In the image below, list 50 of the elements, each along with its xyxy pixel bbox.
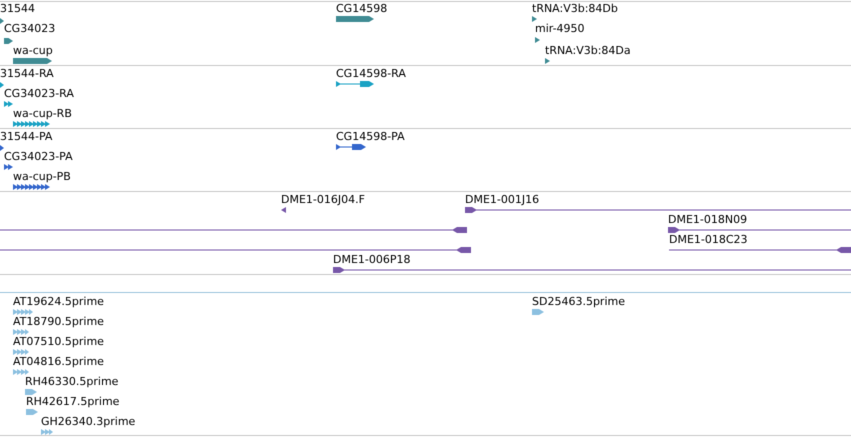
feature-label: mir-4950 — [535, 22, 585, 36]
feature-arrow-glyph[interactable] — [0, 145, 4, 151]
clone-feature-glyph[interactable] — [333, 267, 851, 273]
feature-label: CG34023-PA — [4, 150, 73, 164]
feature-label: AT19624.5prime — [13, 295, 104, 309]
feature-arrow-glyph[interactable] — [545, 58, 550, 64]
feature-arrow-glyph[interactable] — [532, 16, 537, 22]
feature-label: DME1-018N09 — [668, 213, 748, 227]
feature-label: RH46330.5prime — [25, 375, 118, 389]
feature-label: RH42617.5prime — [26, 395, 120, 409]
feature-label: wa-cup — [13, 44, 53, 58]
feature-label: SD25463.5prime — [532, 295, 625, 309]
feature-label: wa-cup-RB — [13, 107, 72, 121]
feature-arrow-glyph[interactable] — [281, 207, 286, 213]
clone-feature-glyph[interactable] — [0, 247, 471, 253]
feature-label: 31544-RA — [0, 67, 54, 81]
feature-arrow-glyph[interactable] — [535, 37, 540, 43]
feature-arrow-glyph[interactable] — [0, 18, 4, 24]
clone-feature-glyph[interactable] — [465, 207, 851, 213]
feature-arrow-glyph[interactable] — [13, 121, 52, 127]
feature-arrow-glyph[interactable] — [336, 16, 374, 22]
feature-arrow-glyph[interactable] — [4, 38, 13, 44]
feature-label: 31544 — [0, 2, 35, 16]
feature-arrow-glyph[interactable] — [336, 144, 366, 150]
feature-arrow-glyph[interactable] — [13, 184, 52, 190]
feature-label: CG14598-PA — [336, 130, 405, 144]
feature-label: 31544-PA — [0, 130, 52, 144]
feature-label: GH26340.3prime — [41, 415, 136, 429]
feature-label: tRNA:V3b:84Db — [532, 2, 618, 16]
feature-arrow-glyph[interactable] — [336, 81, 374, 87]
feature-label: DME1-006P18 — [333, 253, 411, 267]
feature-label: CG34023-RA — [4, 87, 74, 101]
feature-label: DME1-016J04.F — [281, 193, 365, 207]
feature-label: AT07510.5prime — [13, 335, 104, 349]
feature-arrow-glyph[interactable] — [0, 82, 4, 88]
clone-feature-glyph[interactable] — [0, 227, 467, 233]
feature-arrow-glyph[interactable] — [13, 58, 52, 64]
feature-label: DME1-018C23 — [669, 233, 748, 247]
feature-label: AT18790.5prime — [13, 315, 104, 329]
feature-label: CG34023 — [4, 22, 56, 36]
feature-label: tRNA:V3b:84Da — [545, 44, 631, 58]
clone-feature-glyph[interactable] — [669, 247, 851, 253]
feature-arrow-glyph[interactable] — [4, 164, 13, 170]
clone-feature-glyph[interactable] — [668, 227, 851, 233]
feature-label: wa-cup-PB — [13, 170, 71, 184]
feature-label: DME1-001J16 — [465, 193, 540, 207]
feature-arrow-glyph[interactable] — [4, 101, 13, 107]
feature-label: AT04816.5prime — [13, 355, 104, 369]
feature-label: CG14598 — [336, 2, 388, 16]
feature-label: CG14598-RA — [336, 67, 406, 81]
